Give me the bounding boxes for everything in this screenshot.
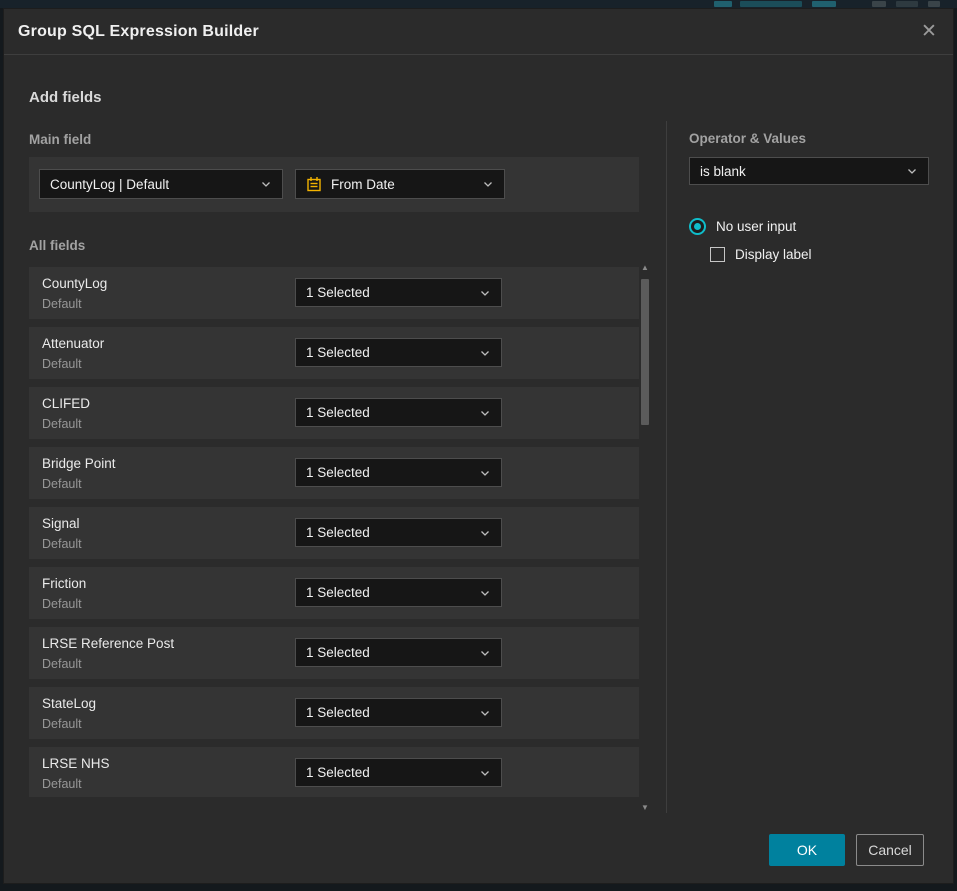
- chevron-down-icon: [479, 587, 491, 599]
- main-field-layer-select[interactable]: CountyLog | Default: [39, 169, 283, 199]
- chevron-down-icon: [906, 165, 918, 177]
- field-row: CLIFED Default 1 Selected: [29, 387, 639, 439]
- group-sql-expression-builder-dialog: Group SQL Expression Builder ✕ Add field…: [3, 8, 954, 884]
- field-row: CountyLog Default 1 Selected: [29, 267, 639, 319]
- chevron-down-icon: [479, 287, 491, 299]
- field-name: Friction: [42, 576, 86, 591]
- background-app-fragment: [872, 1, 886, 7]
- field-row: Signal Default 1 Selected: [29, 507, 639, 559]
- field-selection-value: 1 Selected: [306, 705, 471, 720]
- field-name: Bridge Point: [42, 456, 116, 471]
- background-app-fragment: [928, 1, 940, 7]
- field-selection-value: 1 Selected: [306, 765, 471, 780]
- main-field-label: Main field: [29, 132, 91, 147]
- field-name: Signal: [42, 516, 80, 531]
- field-name: LRSE Reference Post: [42, 636, 174, 651]
- chevron-down-icon: [260, 178, 272, 190]
- field-selection-value: 1 Selected: [306, 525, 471, 540]
- all-fields-list: CountyLog Default 1 Selected Attenuator …: [29, 267, 639, 797]
- chevron-down-icon: [479, 347, 491, 359]
- field-selection-select[interactable]: 1 Selected: [295, 398, 502, 427]
- field-sublabel: Default: [42, 657, 82, 671]
- field-row: Friction Default 1 Selected: [29, 567, 639, 619]
- field-sublabel: Default: [42, 357, 82, 371]
- display-label-option[interactable]: Display label: [710, 247, 812, 262]
- field-sublabel: Default: [42, 477, 82, 491]
- display-label-text: Display label: [735, 247, 812, 262]
- field-sublabel: Default: [42, 537, 82, 551]
- dialog-title: Group SQL Expression Builder: [18, 23, 259, 41]
- background-app-fragment: [896, 1, 918, 7]
- close-icon[interactable]: ✕: [917, 20, 941, 44]
- screen: Group SQL Expression Builder ✕ Add field…: [0, 0, 957, 891]
- background-app-fragment: [740, 1, 802, 7]
- field-name: StateLog: [42, 696, 96, 711]
- field-sublabel: Default: [42, 717, 82, 731]
- main-field-layer-select-value: CountyLog | Default: [50, 177, 252, 192]
- background-app-fragment: [714, 1, 732, 7]
- field-selection-select[interactable]: 1 Selected: [295, 758, 502, 787]
- field-selection-value: 1 Selected: [306, 405, 471, 420]
- field-row: Attenuator Default 1 Selected: [29, 327, 639, 379]
- scrollbar-down-icon[interactable]: ▼: [639, 803, 651, 813]
- field-row: LRSE Reference Post Default 1 Selected: [29, 627, 639, 679]
- field-name: CLIFED: [42, 396, 90, 411]
- background-app-fragment: [812, 1, 836, 7]
- add-fields-heading: Add fields: [29, 89, 102, 106]
- radio-dot: [694, 223, 701, 230]
- field-name: LRSE NHS: [42, 756, 110, 771]
- no-user-input-radio[interactable]: [689, 218, 706, 235]
- field-sublabel: Default: [42, 777, 82, 791]
- ok-button[interactable]: OK: [769, 834, 845, 866]
- no-user-input-option[interactable]: No user input: [689, 218, 796, 235]
- operator-values-label: Operator & Values: [689, 131, 806, 146]
- calendar-icon: [306, 176, 322, 192]
- operator-select-value: is blank: [700, 164, 898, 179]
- field-selection-select[interactable]: 1 Selected: [295, 278, 502, 307]
- field-name: CountyLog: [42, 276, 107, 291]
- field-sublabel: Default: [42, 297, 82, 311]
- vertical-divider: [666, 121, 667, 813]
- field-sublabel: Default: [42, 417, 82, 431]
- field-row: StateLog Default 1 Selected: [29, 687, 639, 739]
- all-fields-label: All fields: [29, 238, 85, 253]
- field-selection-select[interactable]: 1 Selected: [295, 338, 502, 367]
- chevron-down-icon: [479, 467, 491, 479]
- field-selection-select[interactable]: 1 Selected: [295, 518, 502, 547]
- chevron-down-icon: [479, 647, 491, 659]
- field-row: LRSE NHS Default 1 Selected: [29, 747, 639, 797]
- main-field-date-select[interactable]: From Date: [295, 169, 505, 199]
- chevron-down-icon: [482, 178, 494, 190]
- no-user-input-label: No user input: [716, 219, 796, 234]
- field-selection-select[interactable]: 1 Selected: [295, 458, 502, 487]
- field-selection-select[interactable]: 1 Selected: [295, 578, 502, 607]
- field-selection-value: 1 Selected: [306, 345, 471, 360]
- field-selection-value: 1 Selected: [306, 465, 471, 480]
- main-field-panel: CountyLog | Default From Date: [29, 157, 639, 212]
- display-label-checkbox[interactable]: [710, 247, 725, 262]
- chevron-down-icon: [479, 767, 491, 779]
- cancel-button[interactable]: Cancel: [856, 834, 924, 866]
- dialog-titlebar: Group SQL Expression Builder ✕: [4, 9, 953, 55]
- field-row: Bridge Point Default 1 Selected: [29, 447, 639, 499]
- chevron-down-icon: [479, 707, 491, 719]
- field-selection-select[interactable]: 1 Selected: [295, 638, 502, 667]
- field-selection-value: 1 Selected: [306, 285, 471, 300]
- list-scrollbar: ▲ ▼: [639, 263, 651, 813]
- field-sublabel: Default: [42, 597, 82, 611]
- scrollbar-thumb[interactable]: [641, 279, 649, 425]
- field-selection-select[interactable]: 1 Selected: [295, 698, 502, 727]
- chevron-down-icon: [479, 407, 491, 419]
- operator-select[interactable]: is blank: [689, 157, 929, 185]
- field-selection-value: 1 Selected: [306, 585, 471, 600]
- background-app-strip: [0, 0, 957, 8]
- main-field-date-select-value: From Date: [331, 177, 474, 192]
- field-selection-value: 1 Selected: [306, 645, 471, 660]
- scrollbar-up-icon[interactable]: ▲: [639, 263, 651, 273]
- chevron-down-icon: [479, 527, 491, 539]
- field-name: Attenuator: [42, 336, 104, 351]
